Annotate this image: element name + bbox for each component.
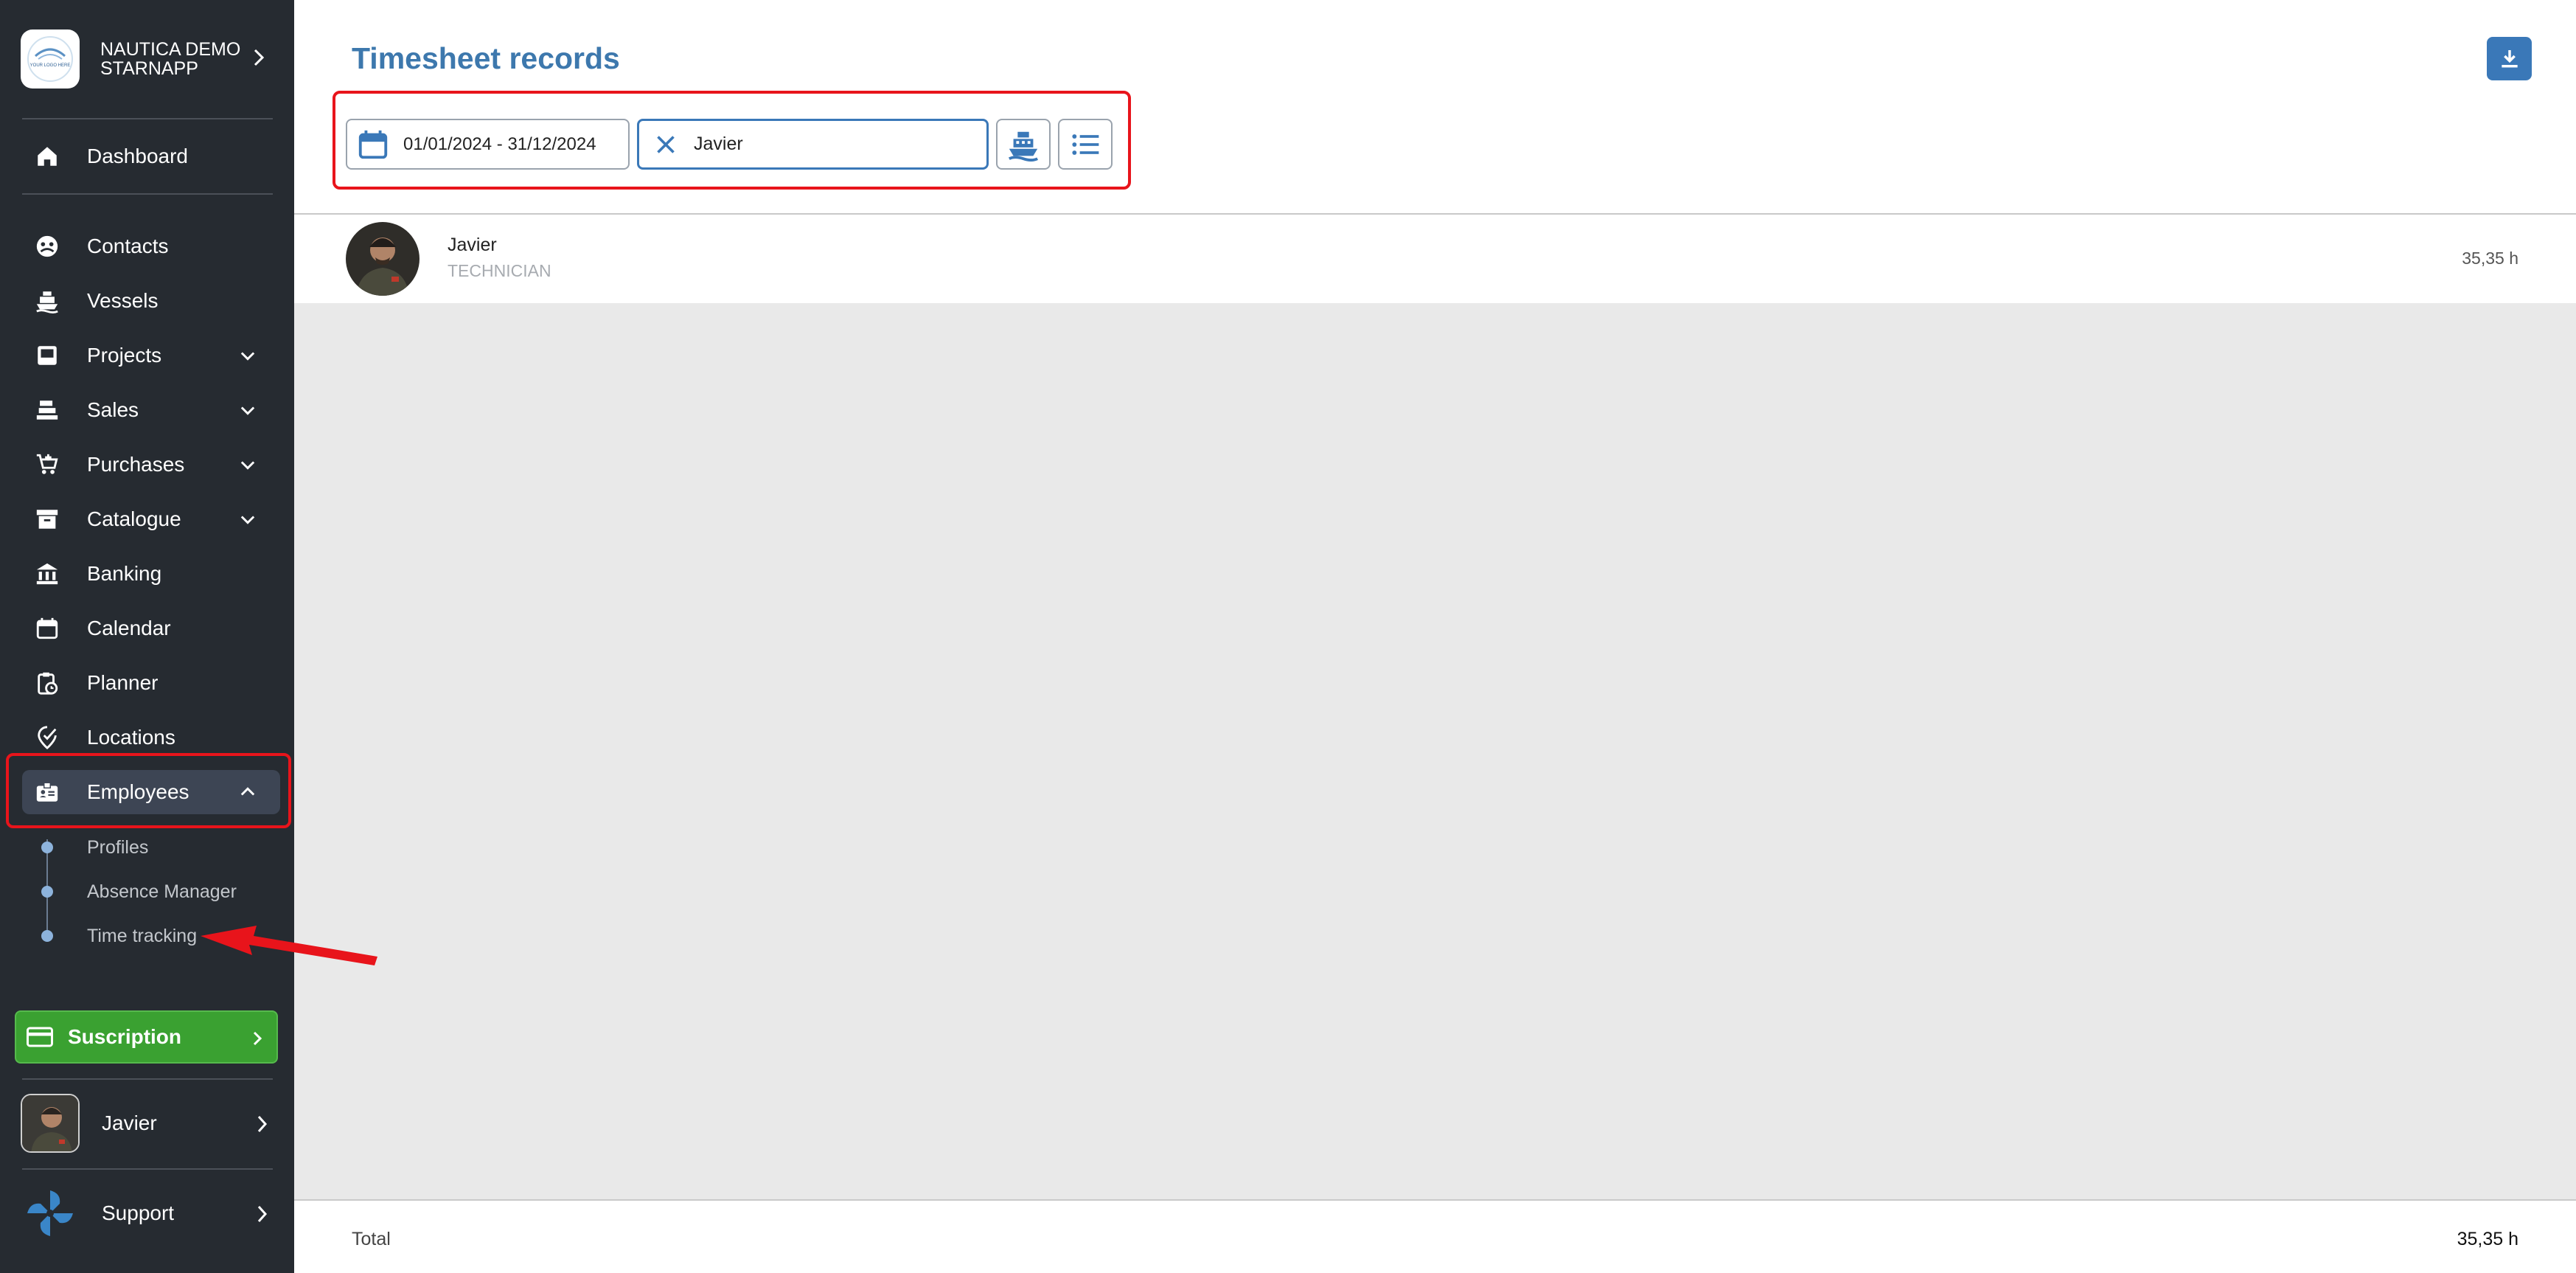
- chevron-down-icon: [237, 509, 258, 533]
- clear-icon[interactable]: [652, 131, 679, 158]
- nav-sales-label: Sales: [87, 398, 139, 421]
- list-view-button[interactable]: [1058, 119, 1113, 170]
- vessel-filter-button[interactable]: [996, 119, 1051, 170]
- totals-footer: Total 35,35 h: [294, 1199, 2576, 1273]
- page-title: Timesheet records: [352, 41, 620, 75]
- nav-purchases-label: Purchases: [87, 453, 185, 476]
- cart-add-icon: [32, 450, 62, 479]
- archive-icon: [32, 504, 62, 534]
- subnav-time-tracking[interactable]: Time tracking: [41, 921, 197, 951]
- employee-filter-value: Javier: [694, 133, 743, 154]
- divider: [22, 1078, 273, 1080]
- nav-catalogue-label: Catalogue: [87, 507, 181, 530]
- bank-icon: [32, 559, 62, 589]
- clipboard-clock-icon: [32, 668, 62, 698]
- support-label: Support: [102, 1201, 175, 1224]
- employees-highlight-box: [6, 753, 291, 828]
- download-button[interactable]: [2487, 37, 2532, 80]
- credit-card-icon: [27, 1026, 53, 1048]
- nav-catalogue[interactable]: Catalogue: [22, 497, 280, 541]
- nav-vessels-label: Vessels: [87, 289, 159, 312]
- divider: [22, 118, 273, 119]
- org-logo: YOUR LOGO HERE: [21, 30, 80, 89]
- submenu-dot: [41, 930, 53, 942]
- list-icon: [1069, 128, 1101, 161]
- nav-dashboard[interactable]: Dashboard: [22, 134, 280, 178]
- page-header: Timesheet records 01/01/2024 - 31/12/202…: [294, 0, 2576, 215]
- user-name: Javier: [102, 1111, 157, 1134]
- chevron-right-icon: [254, 1112, 271, 1140]
- record-employee-name: Javier: [448, 235, 497, 255]
- inbox-icon: [32, 341, 62, 370]
- employee-filter[interactable]: Javier: [637, 119, 989, 170]
- chevron-down-icon: [237, 400, 258, 424]
- sidebar: YOUR LOGO HERE NAUTICA DEMO STARNAPP Das…: [0, 0, 294, 1273]
- support-logo-icon: [21, 1186, 80, 1241]
- annotation-arrow: [201, 926, 377, 965]
- nav-contacts-label: Contacts: [87, 235, 169, 257]
- date-range-picker[interactable]: 01/01/2024 - 31/12/2024: [346, 119, 630, 170]
- record-hours: 35,35 h: [2462, 249, 2518, 268]
- subscription-label: Suscription: [68, 1025, 182, 1048]
- divider: [22, 193, 273, 195]
- subscription-button[interactable]: Suscription: [15, 1010, 278, 1064]
- support-link[interactable]: Support: [21, 1182, 275, 1245]
- nav-banking-label: Banking: [87, 562, 162, 585]
- ship-icon: [32, 286, 62, 316]
- table-row[interactable]: Javier TECHNICIAN 35,35 h: [294, 215, 2576, 303]
- location-check-icon: [32, 723, 62, 752]
- svg-text:YOUR LOGO HERE: YOUR LOGO HERE: [30, 63, 71, 68]
- calendar-icon: [356, 128, 390, 162]
- user-menu[interactable]: Javier: [21, 1092, 275, 1155]
- chevron-down-icon: [237, 345, 258, 370]
- nav-planner[interactable]: Planner: [22, 661, 280, 705]
- date-range-value: 01/01/2024 - 31/12/2024: [403, 133, 596, 154]
- nav-planner-label: Planner: [87, 671, 159, 694]
- calendar-icon: [32, 614, 62, 643]
- divider: [22, 1168, 273, 1170]
- total-value: 35,35 h: [2457, 1229, 2518, 1249]
- total-label: Total: [352, 1229, 391, 1249]
- nav-banking[interactable]: Banking: [22, 552, 280, 596]
- organization-switcher[interactable]: YOUR LOGO HERE NAUTICA DEMO STARNAPP: [21, 28, 271, 90]
- chevron-down-icon: [237, 454, 258, 479]
- nav-purchases[interactable]: Purchases: [22, 443, 280, 487]
- subnav-absence-manager-label: Absence Manager: [87, 881, 237, 902]
- subnav-absence-manager[interactable]: Absence Manager: [41, 877, 237, 906]
- cash-register-icon: [32, 395, 62, 425]
- home-icon: [32, 142, 62, 171]
- record-employee-role: TECHNICIAN: [448, 261, 551, 280]
- avatar: [21, 1094, 80, 1153]
- org-name: NAUTICA DEMO STARNAPP: [100, 39, 241, 79]
- chevron-right-icon: [250, 1028, 266, 1052]
- avatar: [346, 222, 420, 296]
- ship-icon: [1006, 128, 1040, 162]
- subnav-profiles[interactable]: Profiles: [41, 833, 148, 862]
- subnav-profiles-label: Profiles: [87, 836, 149, 858]
- nav-sales[interactable]: Sales: [22, 388, 280, 432]
- nav-vessels[interactable]: Vessels: [22, 279, 280, 323]
- nav-projects-label: Projects: [87, 344, 162, 367]
- chevron-right-icon: [254, 1202, 271, 1229]
- nav-calendar[interactable]: Calendar: [22, 606, 280, 651]
- contacts-icon: [32, 232, 62, 261]
- nav-contacts[interactable]: Contacts: [22, 224, 280, 268]
- nav-dashboard-label: Dashboard: [87, 145, 188, 167]
- chevron-right-icon: [251, 44, 267, 74]
- nav-projects[interactable]: Projects: [22, 333, 280, 378]
- download-icon: [2498, 47, 2521, 71]
- nav-calendar-label: Calendar: [87, 617, 171, 639]
- submenu-dot: [41, 886, 53, 898]
- nav-locations-label: Locations: [87, 726, 175, 749]
- subnav-time-tracking-label: Time tracking: [87, 925, 198, 946]
- submenu-dot: [41, 842, 53, 853]
